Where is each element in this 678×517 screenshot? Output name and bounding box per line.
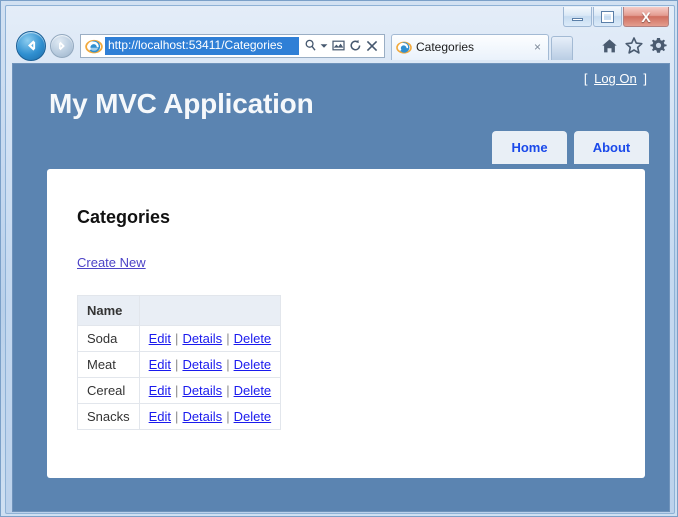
create-new-link[interactable]: Create New (77, 255, 146, 270)
maximize-icon (602, 11, 613, 22)
action-separator: | (226, 331, 230, 346)
action-separator: | (175, 357, 179, 372)
maximize-button[interactable] (593, 7, 622, 27)
address-bar-tools (299, 39, 382, 52)
caption-button-group: X (562, 7, 669, 28)
table-body: Soda Edit | Details | Delete Meat Edit | Details |… (77, 325, 282, 430)
nav-tab-home[interactable]: Home (492, 131, 567, 164)
column-header-actions (138, 295, 282, 326)
cell-name: Cereal (77, 377, 140, 404)
table-row: Soda Edit | Details | Delete (77, 325, 282, 352)
tab-close-icon[interactable]: × (531, 41, 544, 53)
close-icon: X (641, 8, 651, 25)
action-separator: | (175, 383, 179, 398)
command-bar (601, 37, 675, 54)
minimize-icon (572, 18, 583, 21)
site-title: My MVC Application (49, 88, 314, 119)
search-icon[interactable] (305, 39, 316, 52)
nav-tab-about-label: About (592, 140, 631, 155)
edit-link[interactable]: Edit (149, 409, 171, 424)
home-icon[interactable] (601, 38, 618, 54)
close-button[interactable]: X (623, 7, 669, 27)
ie-icon (396, 41, 412, 54)
nav-tab-about[interactable]: About (574, 131, 649, 164)
logon-section: [ Log On ] (584, 71, 647, 86)
stop-icon[interactable] (366, 40, 378, 52)
details-link[interactable]: Details (182, 357, 222, 372)
minimize-button[interactable] (563, 7, 592, 27)
details-link[interactable]: Details (182, 383, 222, 398)
window-chrome: X http://localhost:53411/Categories Cate… (5, 5, 675, 514)
refresh-icon[interactable] (349, 39, 362, 52)
categories-table: Name Soda Edit | Details | Delete Meat Edit | Det… (77, 295, 282, 430)
forward-button[interactable] (50, 33, 74, 58)
forward-arrow-icon (59, 41, 65, 50)
chevron-down-icon[interactable] (320, 43, 328, 49)
cell-actions: Edit | Details | Delete (138, 325, 282, 352)
action-separator: | (175, 331, 179, 346)
delete-link[interactable]: Delete (234, 331, 272, 346)
nav-tab-home-label: Home (511, 140, 548, 155)
gear-icon[interactable] (650, 37, 667, 54)
table-row: Cereal Edit | Details | Delete (77, 377, 282, 404)
tab-strip: Categories × (391, 32, 573, 60)
cell-name: Meat (77, 351, 140, 378)
edit-link[interactable]: Edit (149, 331, 171, 346)
back-button[interactable] (16, 30, 46, 61)
address-bar[interactable]: http://localhost:53411/Categories (80, 33, 385, 58)
table-row: Snacks Edit | Details | Delete (77, 403, 282, 430)
browser-window: X http://localhost:53411/Categories Cate… (0, 0, 678, 517)
action-separator: | (226, 409, 230, 424)
logon-bracket-close: ] (643, 71, 647, 86)
cell-actions: Edit | Details | Delete (138, 377, 282, 404)
back-arrow-icon (27, 40, 35, 51)
site-header: [ Log On ] My MVC Application Home About (13, 64, 669, 169)
table-header: Name (77, 295, 282, 326)
column-header-name: Name (77, 295, 140, 326)
action-separator: | (226, 357, 230, 372)
cell-name: Snacks (77, 403, 140, 430)
table-row: Meat Edit | Details | Delete (77, 351, 282, 378)
url-text[interactable]: http://localhost:53411/Categories (105, 36, 299, 55)
cell-actions: Edit | Details | Delete (138, 403, 282, 430)
main-navigation: Home About (492, 131, 649, 164)
page-viewport: [ Log On ] My MVC Application Home About… (12, 63, 670, 512)
new-tab-button[interactable] (551, 35, 573, 60)
logon-link[interactable]: Log On (591, 71, 640, 86)
details-link[interactable]: Details (182, 409, 222, 424)
browser-toolbar: http://localhost:53411/Categories Catego… (11, 28, 675, 63)
page-title: Categories (77, 207, 171, 227)
edit-link[interactable]: Edit (149, 357, 171, 372)
content-card: Categories Create New Name Soda Edit | Deta… (47, 169, 645, 478)
action-separator: | (226, 383, 230, 398)
compatibility-view-icon[interactable] (332, 39, 345, 52)
browser-tab-categories[interactable]: Categories × (391, 33, 549, 60)
edit-link[interactable]: Edit (149, 383, 171, 398)
table-header-row: Name (77, 295, 282, 326)
cell-name: Soda (77, 325, 140, 352)
cell-actions: Edit | Details | Delete (138, 351, 282, 378)
delete-link[interactable]: Delete (234, 409, 272, 424)
logon-bracket-open: [ (583, 71, 588, 86)
delete-link[interactable]: Delete (234, 357, 272, 372)
details-link[interactable]: Details (182, 331, 222, 346)
star-icon[interactable] (625, 37, 643, 54)
ie-icon (85, 39, 103, 53)
delete-link[interactable]: Delete (234, 383, 272, 398)
browser-tab-title: Categories (416, 40, 475, 54)
action-separator: | (175, 409, 179, 424)
